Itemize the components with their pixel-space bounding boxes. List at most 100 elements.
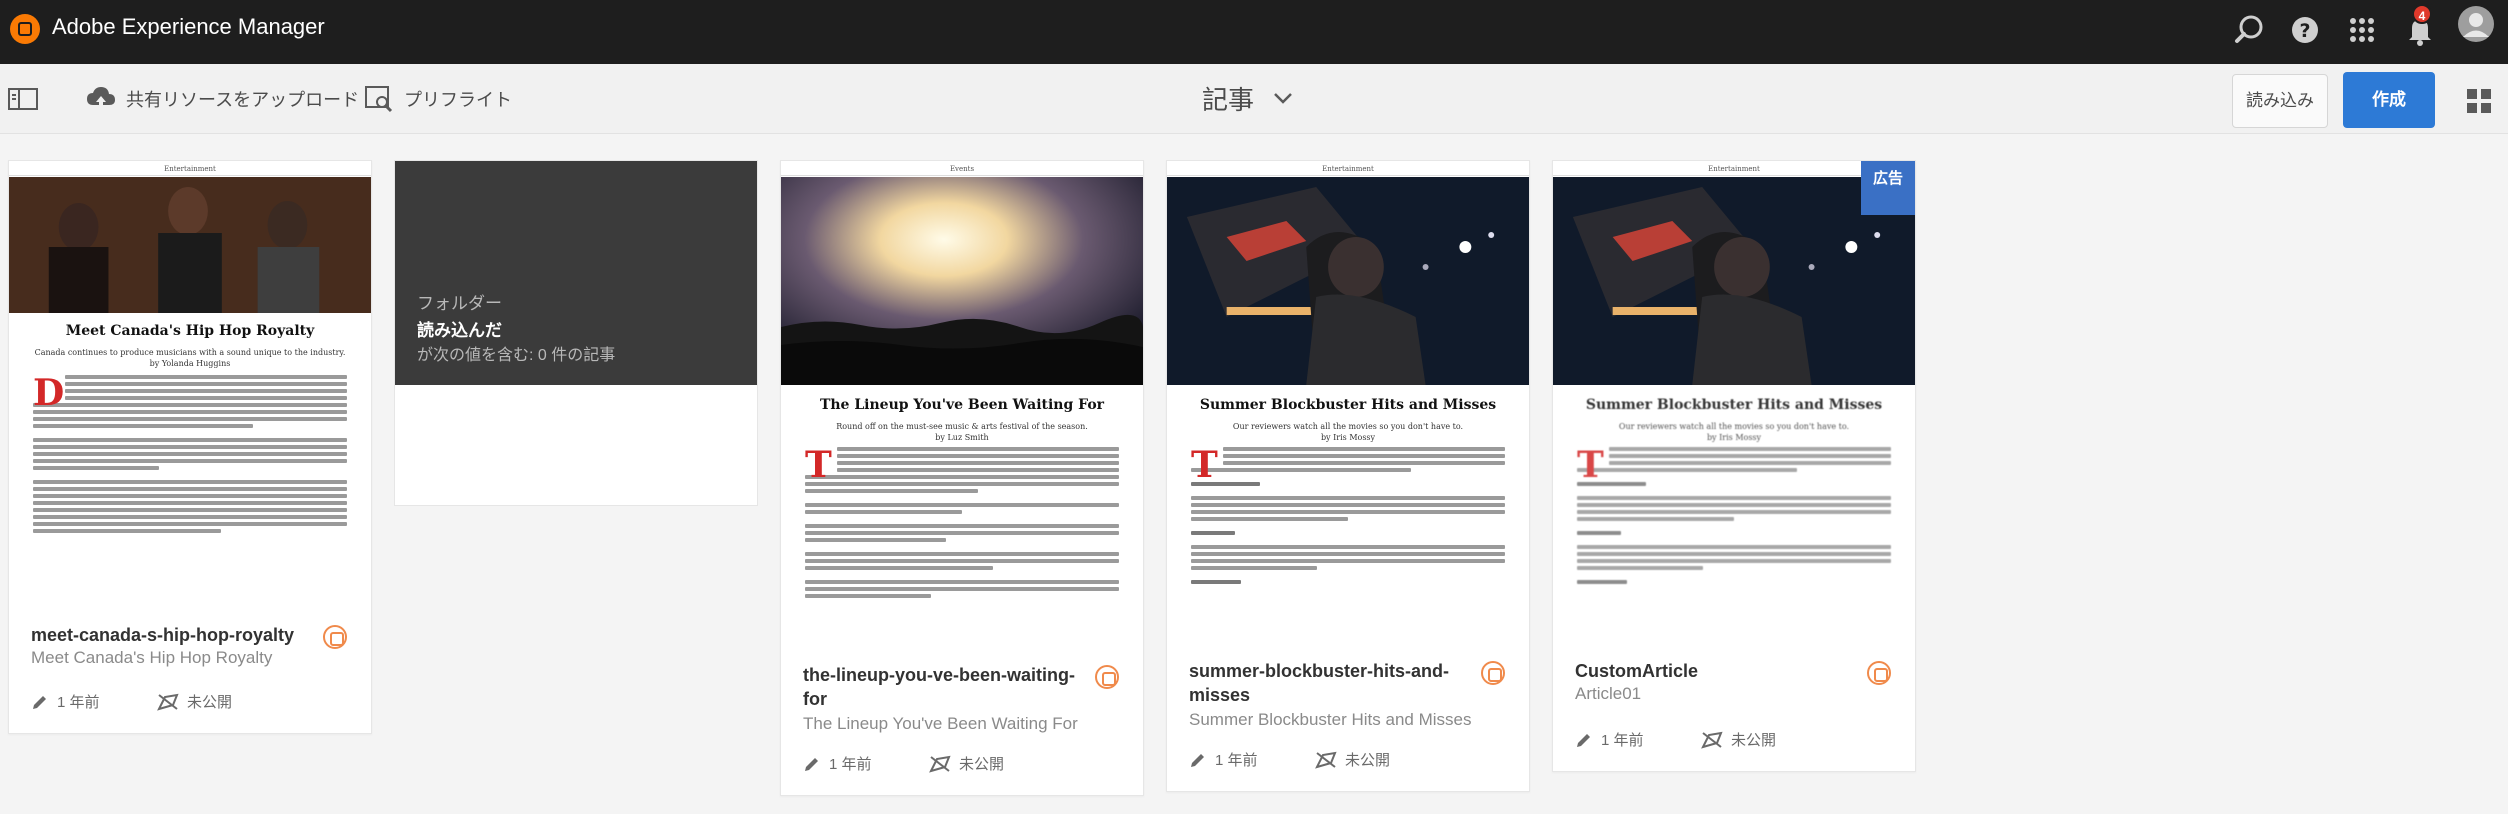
modified-time: 1 年前 (1215, 752, 1258, 769)
modified-time: 1 年前 (1601, 732, 1644, 749)
article-subtitle: Round off on the must-see music & arts f… (836, 422, 1088, 431)
search-icon[interactable] (2230, 10, 2270, 50)
upload-shared-resources-button[interactable]: 共有リソースをアップロード (86, 80, 359, 118)
modified-row: 1 年前 (1575, 729, 1644, 750)
publish-status-row: 未公開 (1701, 729, 1776, 750)
preflight-label: プリフライト (404, 90, 512, 110)
ad-badge: 広告 (1861, 161, 1915, 215)
article-thumbnail[interactable]: Events The Lineup You've Been Waiting Fo… (781, 161, 1143, 641)
modified-row: 1 年前 (1189, 749, 1258, 770)
article-body: T (1191, 447, 1505, 587)
article-card[interactable]: Entertainment Meet Canada's Hip Hop Roya… (8, 160, 372, 734)
folder-description: が次の値を含む: 0 件の記事 (417, 347, 616, 364)
folder-thumbnail[interactable]: フォルダー 読み込んだ が次の値を含む: 0 件の記事 (395, 161, 757, 385)
publish-status-row: 未公開 (157, 691, 232, 712)
article-subtitle: Canada continues to produce musicians wi… (34, 348, 346, 357)
article-dropcap: T (1191, 444, 1218, 486)
preflight-icon (365, 86, 393, 113)
unpublished-icon (1701, 731, 1723, 749)
quick-action-icon[interactable] (1481, 661, 1505, 685)
card-subtitle: Summer Blockbuster Hits and Misses (1189, 710, 1472, 729)
article-subtitle: Our reviewers watch all the movies so yo… (1232, 422, 1464, 431)
pencil-icon (33, 695, 46, 709)
unpublished-icon (929, 755, 951, 773)
card-name[interactable]: meet-canada-s-hip-hop-royalty (31, 623, 294, 647)
unpublished-icon (157, 693, 179, 711)
article-subtitle: Our reviewers watch all the movies so yo… (1618, 422, 1850, 431)
article-tag: Entertainment (9, 164, 371, 176)
article-thumbnail[interactable]: Entertainment Summer Blockbuster Hits an… (1167, 161, 1529, 637)
card-name[interactable]: CustomArticle (1575, 659, 1698, 683)
article-card[interactable]: Entertainment Summer Blockbuster Hits an… (1552, 160, 1916, 772)
pencil-icon (1191, 753, 1204, 767)
grid-view-icon[interactable] (2466, 88, 2492, 119)
article-tag: Entertainment (1167, 164, 1529, 176)
svg-text:?: ? (2299, 20, 2310, 42)
quick-action-icon[interactable] (1095, 665, 1119, 689)
chevron-down-icon (1274, 93, 1292, 104)
article-card[interactable]: Events The Lineup You've Been Waiting Fo… (780, 160, 1144, 796)
aem-logo-icon[interactable] (10, 14, 40, 44)
publish-status: 未公開 (187, 694, 233, 711)
publish-status-row: 未公開 (929, 753, 1004, 774)
solutions-icon[interactable] (2342, 10, 2382, 50)
rail-toggle-icon[interactable] (8, 88, 38, 115)
article-card[interactable]: Entertainment Summer Blockbuster Hits an… (1166, 160, 1530, 792)
card-name[interactable]: summer-blockbuster-hits-and-misses (1189, 659, 1469, 707)
article-photo (1167, 177, 1529, 385)
card-subtitle: Meet Canada's Hip Hop Royalty (31, 648, 273, 667)
article-author: by Iris Mossy (1706, 433, 1762, 442)
folder-card[interactable]: フォルダー 読み込んだ が次の値を含む: 0 件の記事 (394, 160, 758, 506)
article-title: Summer Blockbuster Hits and Misses (1585, 397, 1883, 413)
card-subtitle: The Lineup You've Been Waiting For (803, 714, 1078, 733)
import-button[interactable]: 読み込み (2232, 74, 2328, 128)
folder-type-label: フォルダー (417, 294, 502, 313)
folder-name: 読み込んだ (417, 321, 502, 340)
user-avatar[interactable] (2456, 4, 2496, 44)
page-title-selector[interactable]: 記事 (1202, 78, 1294, 118)
article-photo (781, 177, 1143, 385)
card-meta: summer-blockbuster-hits-and-misses Summe… (1167, 637, 1529, 793)
card-meta: meet-canada-s-hip-hop-royalty Meet Canad… (9, 601, 371, 735)
article-author: by Yolanda Huggins (149, 359, 231, 368)
article-title: Meet Canada's Hip Hop Royalty (65, 323, 315, 339)
modified-time: 1 年前 (57, 694, 100, 711)
article-photo (9, 177, 371, 313)
app-title[interactable]: Adobe Experience Manager (52, 12, 325, 42)
article-thumbnail[interactable]: Entertainment Meet Canada's Hip Hop Roya… (9, 161, 371, 601)
pencil-icon (1577, 733, 1590, 747)
create-button[interactable]: 作成 (2343, 72, 2435, 128)
help-icon[interactable]: ? (2285, 10, 2325, 50)
action-bar: 共有リソースをアップロード プリフライト 記事 読み込み 作成 (0, 64, 2508, 134)
article-author: by Iris Mossy (1320, 433, 1376, 442)
card-subtitle: Article01 (1575, 684, 1642, 703)
modified-row: 1 年前 (803, 753, 872, 774)
article-tag: Events (781, 164, 1143, 176)
shell-header: Adobe Experience Manager ? 4 (0, 0, 2508, 64)
modified-row: 1 年前 (31, 691, 100, 712)
preflight-button[interactable]: プリフライト (364, 80, 512, 118)
article-dropcap: T (805, 444, 832, 486)
article-thumbnail[interactable]: Entertainment Summer Blockbuster Hits an… (1553, 161, 1915, 637)
cloud-upload-icon (87, 87, 115, 112)
card-name[interactable]: the-lineup-you-ve-been-waiting-for (803, 663, 1083, 711)
upload-label: 共有リソースをアップロード (126, 90, 360, 110)
unpublished-icon (1315, 751, 1337, 769)
article-body: T (1577, 447, 1891, 587)
pencil-icon (805, 757, 818, 771)
publish-status: 未公開 (1731, 732, 1777, 749)
publish-status: 未公開 (959, 756, 1005, 773)
article-title: The Lineup You've Been Waiting For (819, 397, 1105, 413)
article-body: T (805, 447, 1119, 601)
article-body: D (33, 375, 347, 536)
card-meta: the-lineup-you-ve-been-waiting-for The L… (781, 641, 1143, 797)
article-author: by Luz Smith (935, 433, 989, 442)
modified-time: 1 年前 (829, 756, 872, 773)
quick-action-icon[interactable] (1867, 661, 1891, 685)
article-title: Summer Blockbuster Hits and Misses (1199, 397, 1497, 413)
publish-status-row: 未公開 (1315, 749, 1390, 770)
publish-status: 未公開 (1345, 752, 1391, 769)
quick-action-icon[interactable] (323, 625, 347, 649)
notification-badge: 4 (2412, 4, 2432, 24)
article-dropcap: T (1577, 444, 1604, 486)
